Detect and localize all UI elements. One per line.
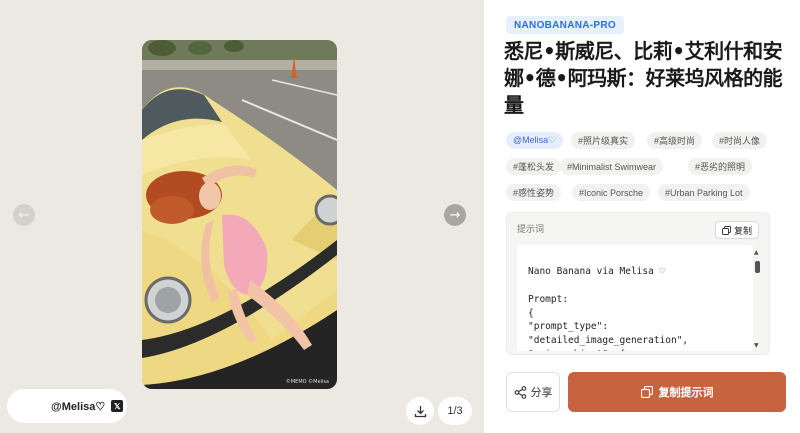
download-icon	[414, 405, 426, 417]
share-icon	[514, 385, 526, 399]
scroll-up-icon[interactable]: ▲	[754, 249, 759, 256]
page-title: 悉尼•斯威尼、比莉•艾利什和安娜•德•阿玛斯：好莱坞风格的能量	[504, 39, 783, 117]
copy-main-label: 复制提示词	[658, 386, 714, 399]
prompt-section: 提示词 复制 Nano Banana via Melisa ♡ Prompt: {…	[506, 212, 770, 355]
main-image[interactable]: ©MEMO ©Melisa	[142, 40, 337, 389]
copy-icon	[640, 386, 653, 398]
previous-image-button[interactable]: ←	[13, 204, 35, 226]
image-watermark: ©MEMO ©Melisa	[285, 379, 329, 385]
author-link[interactable]: @Melisa♡ 𝕏	[7, 389, 127, 423]
tag-item[interactable]: #蓬松头发	[506, 158, 562, 175]
image-viewer: ©MEMO ©Melisa ← → @Melisa♡ 𝕏 1/3	[0, 0, 484, 433]
prompt-textarea[interactable]: Nano Banana via Melisa ♡ Prompt: { "prompt…	[517, 245, 753, 351]
arrow-right-icon: →	[449, 207, 461, 223]
scroll-down-icon[interactable]: ▼	[754, 342, 759, 349]
author-name: @Melisa♡	[51, 400, 106, 413]
tag-item[interactable]: #高级时尚	[647, 132, 703, 149]
prompt-line: {	[528, 307, 534, 319]
prompt-label: 提示词	[517, 225, 545, 235]
copy-small-label: 复制	[733, 226, 752, 237]
tag-item[interactable]: #Iconic Porsche	[572, 184, 651, 201]
image-counter: 1/3	[438, 397, 472, 425]
prompt-line	[528, 279, 753, 293]
x-logo-icon: 𝕏	[111, 400, 124, 412]
tag-item[interactable]: #感性姿势	[506, 184, 562, 201]
prompt-line: Prompt:	[528, 293, 569, 305]
tag-item[interactable]: #Minimalist Swimwear	[560, 158, 664, 175]
copy-prompt-button[interactable]: 复制提示词	[568, 372, 786, 412]
tag-item[interactable]: #Urban Parking Lot	[658, 184, 750, 201]
prompt-line: "detailed_image_generation",	[528, 334, 689, 346]
share-button[interactable]: 分享	[506, 372, 560, 412]
share-label: 分享	[530, 386, 553, 399]
tag-item[interactable]: #照片级真实	[571, 132, 636, 149]
tag-author[interactable]: @Melisa♡	[506, 132, 564, 149]
model-badge[interactable]: NANOBANANA-PRO	[506, 16, 624, 34]
arrow-left-icon: ←	[18, 207, 30, 223]
prompt-line: "prompt_type":	[528, 321, 609, 333]
tag-item[interactable]: #恶劣的照明	[688, 158, 753, 175]
download-button[interactable]	[406, 397, 434, 425]
next-image-button[interactable]: →	[444, 204, 466, 226]
copy-icon	[722, 225, 731, 235]
detail-panel: NANOBANANA-PRO 悉尼•斯威尼、比莉•艾利什和安娜•德•阿玛斯：好莱…	[484, 0, 800, 433]
prompt-line: "main_subject": {	[528, 348, 753, 351]
prompt-scrollbar[interactable]: ▲ ▼	[754, 249, 761, 349]
tag-item[interactable]: #时尚人像	[712, 132, 768, 149]
copy-prompt-small-button[interactable]: 复制	[714, 221, 759, 239]
scroll-thumb[interactable]	[755, 261, 760, 273]
prompt-line: Nano Banana via Melisa ♡	[528, 266, 666, 278]
